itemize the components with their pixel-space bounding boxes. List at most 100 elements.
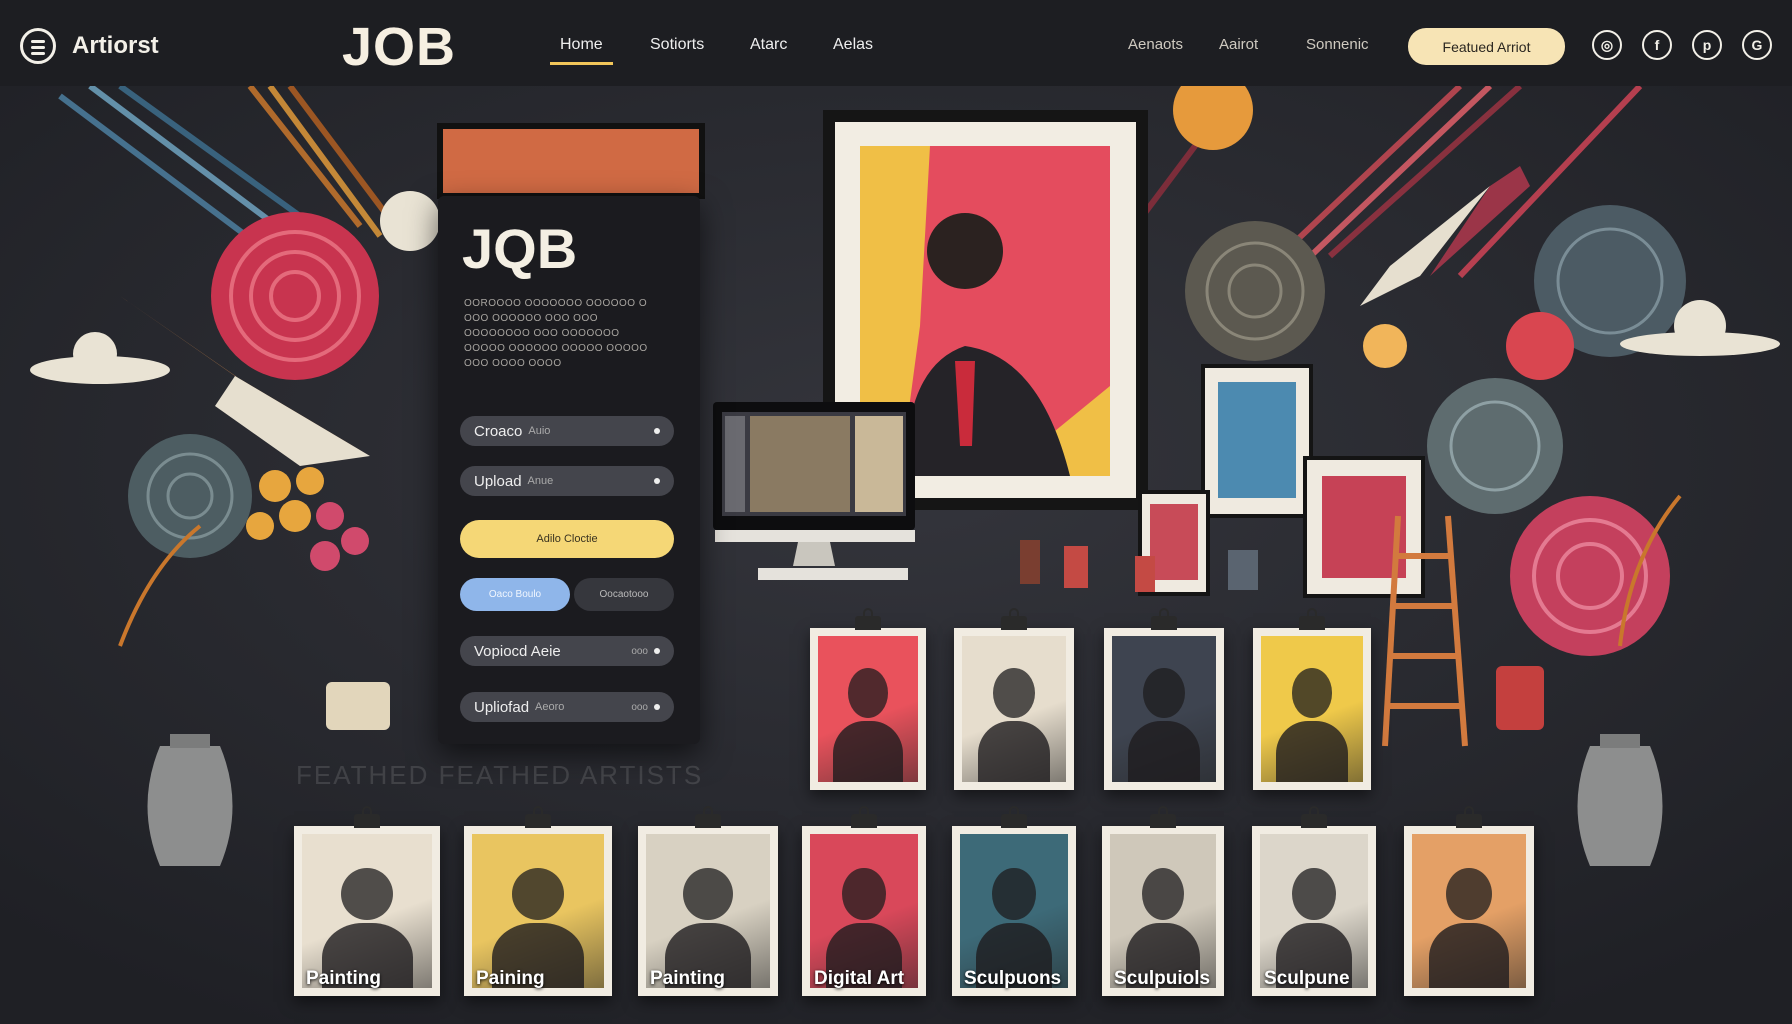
nav-item-4[interactable]: Aelas	[833, 36, 873, 54]
clip-icon	[1151, 608, 1177, 630]
top-navigation-bar: Artiorst JOB Home Sotiorts Atarc Aelas A…	[0, 0, 1792, 87]
card-artwork	[1112, 636, 1216, 782]
pill-sub: Anue	[527, 475, 554, 487]
portrait-silhouette	[683, 867, 733, 921]
instagram-icon[interactable]: ◎	[1592, 30, 1622, 60]
featured-artists-heading: FEATHED FEATHED ARTISTS	[296, 760, 704, 790]
pill-sub: Auio	[528, 425, 551, 437]
pill-label: Upload	[474, 472, 522, 490]
create-artwork-field[interactable]: Croaco Auio	[460, 416, 674, 446]
card-artwork	[1261, 636, 1363, 782]
portrait-silhouette	[1143, 668, 1185, 718]
gallery-card[interactable]: Painting	[294, 806, 440, 996]
pill-extra: ooo	[631, 701, 648, 713]
toggle-dot-icon	[654, 428, 660, 434]
card-artwork	[302, 834, 432, 988]
gallery-card[interactable]: Sculpune	[1252, 806, 1376, 996]
portrait-silhouette	[1446, 867, 1492, 921]
card-artwork	[962, 636, 1066, 782]
upload-field-3[interactable]: Vopiocd Aeie ooo	[460, 636, 674, 666]
portrait-silhouette	[1292, 867, 1336, 921]
clip-icon	[1456, 806, 1482, 828]
toggle-dot-icon	[654, 648, 660, 654]
gallery-card[interactable]: Sculpuiols	[1102, 806, 1224, 996]
nav-item-2[interactable]: Sotiorts	[650, 36, 704, 54]
portrait-silhouette	[1141, 867, 1185, 921]
portrait-silhouette	[993, 668, 1035, 718]
card-artwork	[1412, 834, 1526, 988]
clip-icon	[1301, 806, 1327, 828]
card-artwork	[472, 834, 604, 988]
gallery-card[interactable]: Painting	[638, 806, 778, 996]
card-caption: Sculpuiols	[1114, 968, 1211, 989]
toggle-dot-icon	[654, 478, 660, 484]
clip-icon	[855, 608, 881, 630]
clip-icon	[1001, 608, 1027, 630]
clip-icon	[695, 806, 721, 828]
portrait-silhouette	[992, 867, 1036, 921]
brand-name[interactable]: Artiorst	[72, 32, 159, 60]
portrait-silhouette	[1291, 668, 1333, 718]
clip-icon	[1150, 806, 1176, 828]
pinterest-icon[interactable]: p	[1692, 30, 1722, 60]
portrait-shoulders	[1429, 923, 1509, 988]
pill-extra: ooo	[631, 645, 648, 657]
clip-icon	[525, 806, 551, 828]
facebook-icon[interactable]: f	[1642, 30, 1672, 60]
gallery-card[interactable]	[1104, 608, 1224, 790]
card-caption: Digital Art	[814, 968, 905, 989]
toggle-dot-icon	[654, 704, 660, 710]
clip-icon	[1001, 806, 1027, 828]
nav-item-3[interactable]: Atarc	[750, 36, 787, 54]
gallery-card[interactable]	[954, 608, 1074, 790]
upload-field-4[interactable]: Upliofad Aeoro ooo	[460, 692, 674, 722]
gallery-card[interactable]: Sculpuons	[952, 806, 1076, 996]
clip-icon	[851, 806, 877, 828]
secondary-dark-button[interactable]: Oocaotooo	[574, 578, 674, 611]
github-icon[interactable]: G	[1742, 30, 1772, 60]
pill-label: Croaco	[474, 422, 523, 440]
card-caption: Painting	[650, 968, 725, 989]
gallery-card[interactable]	[810, 608, 926, 790]
card-artwork	[960, 834, 1068, 988]
card-artwork	[646, 834, 770, 988]
site-logo[interactable]: JOB	[342, 16, 456, 78]
portrait-shoulders	[1276, 720, 1348, 782]
card-caption: Sculpuons	[964, 968, 1062, 989]
card-caption: Paining	[476, 968, 545, 989]
clip-icon	[354, 806, 380, 828]
portrait-silhouette	[341, 867, 393, 921]
gallery-card[interactable]: Digital Art	[802, 806, 926, 996]
nav-right-item-3[interactable]: Sonnenic	[1306, 36, 1369, 53]
secondary-blue-button[interactable]: Oaco Boulo	[460, 578, 570, 611]
pill-label: Vopiocd Aeie	[474, 642, 561, 660]
pill-label: Upliofad	[474, 698, 530, 716]
portrait-shoulders	[833, 720, 903, 782]
portrait-silhouette	[842, 867, 886, 921]
panel-title: JQB	[462, 217, 578, 280]
card-artwork	[818, 636, 918, 782]
gallery-card[interactable]: Paining	[464, 806, 612, 996]
gallery-card[interactable]	[1253, 608, 1371, 790]
gallery-card[interactable]	[1404, 806, 1534, 996]
panel-description: OOROOOO OOOOOOO OOOOOO O OOO OOOOOO OOO …	[464, 298, 648, 369]
card-caption: Sculpune	[1264, 968, 1350, 989]
card-artwork	[810, 834, 918, 988]
card-artwork	[1110, 834, 1216, 988]
nav-right-item-2[interactable]: Aairot	[1219, 36, 1258, 53]
hamburger-menu-icon[interactable]	[20, 28, 56, 64]
portrait-shoulders	[977, 720, 1051, 782]
nav-right-item-1[interactable]: Aenaots	[1128, 36, 1183, 53]
upload-artwork-field[interactable]: Upload Anue	[460, 466, 674, 496]
portrait-shoulders	[1127, 720, 1201, 782]
card-caption: Painting	[306, 968, 381, 989]
add-collection-button[interactable]: Adilo Cloctie	[460, 520, 674, 558]
portrait-silhouette	[511, 867, 565, 921]
pill-sub: Aeoro	[535, 701, 565, 713]
upload-panel: JQB OOROOOO OOOOOOO OOOOOO O OOO OOOOOO …	[438, 196, 700, 744]
portrait-silhouette	[848, 668, 888, 718]
featured-artist-button[interactable]: Featued Arriot	[1408, 28, 1565, 65]
card-artwork	[1260, 834, 1368, 988]
clip-icon	[1299, 608, 1325, 630]
nav-home[interactable]: Home	[550, 36, 613, 65]
